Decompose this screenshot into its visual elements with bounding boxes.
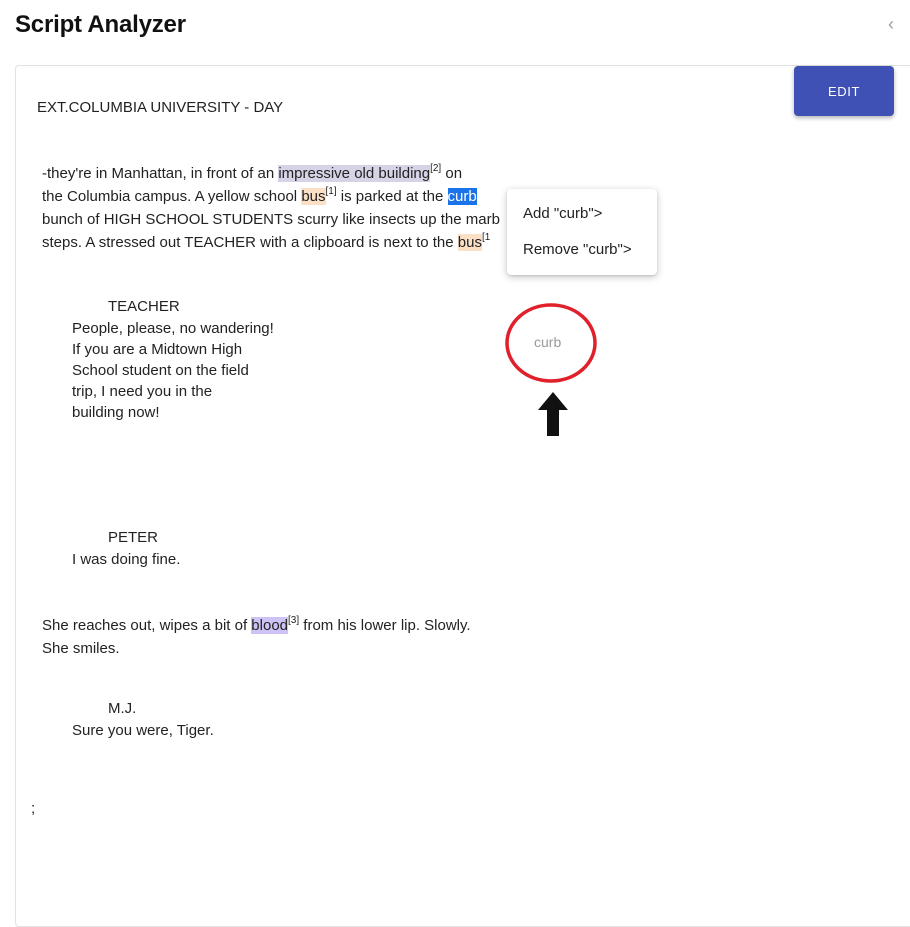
- action-line: She smiles.: [42, 640, 120, 657]
- footnote-marker: [3]: [288, 615, 300, 626]
- dialogue-line: trip, I need you in the: [72, 383, 213, 400]
- character-name-peter: PETER: [108, 529, 159, 546]
- menu-item-remove[interactable]: Remove "curb">: [523, 238, 653, 262]
- entity-highlight-bus[interactable]: bus: [457, 234, 482, 251]
- dialogue-line: If you are a Midtown High: [72, 341, 243, 358]
- action-text: -they're in Manhattan, in front of an: [42, 165, 279, 182]
- context-menu: Add "curb"> Remove "curb">: [507, 189, 657, 275]
- edit-button[interactable]: EDIT: [794, 66, 894, 116]
- dialogue-line: Sure you were, Tiger.: [72, 722, 214, 739]
- action-text: the Columbia campus. A yellow school: [42, 188, 302, 205]
- character-name-mj: M.J.: [108, 700, 137, 717]
- action-line: steps. A stressed out TEACHER with a cli…: [42, 231, 507, 254]
- footnote-marker: [1: [481, 232, 491, 243]
- action-text: steps. A stressed out TEACHER with a cli…: [42, 234, 458, 251]
- action-line: the Columbia campus. A yellow school bus…: [42, 185, 507, 208]
- chevron-left-icon[interactable]: ‹: [888, 14, 894, 34]
- dialogue-line: I was doing fine.: [72, 551, 181, 568]
- app-title: Script Analyzer: [15, 11, 186, 38]
- up-arrow-icon: [538, 392, 568, 436]
- red-circle-icon: [505, 303, 597, 383]
- entity-highlight-impressive-old-building[interactable]: impressive old building: [278, 165, 431, 182]
- dialogue-line: building now!: [72, 404, 160, 421]
- dialogue-teacher: People, please, no wandering! If you are…: [72, 318, 274, 423]
- selected-word-curb[interactable]: curb: [447, 188, 477, 205]
- dialogue-line: School student on the field: [72, 362, 249, 379]
- action-text: is parked at the: [336, 188, 448, 205]
- action-text: She reaches out, wipes a bit of: [42, 617, 252, 634]
- character-name-teacher: TEACHER: [108, 298, 180, 315]
- footnote-marker: [2]: [430, 163, 442, 174]
- footnote-marker: [1]: [325, 186, 337, 197]
- scene-heading: EXT.COLUMBIA UNIVERSITY - DAY: [37, 99, 284, 116]
- action-line: She reaches out, wipes a bit of blood[3]…: [42, 614, 542, 637]
- action-text: from his lower lip. Slowly.: [299, 617, 471, 634]
- action-paragraph-1: -they're in Manhattan, in front of an im…: [42, 162, 507, 254]
- action-text: on: [441, 165, 463, 182]
- action-line: -they're in Manhattan, in front of an im…: [42, 162, 507, 185]
- entity-highlight-blood[interactable]: blood: [251, 617, 288, 634]
- dialogue-peter: I was doing fine.: [72, 549, 180, 570]
- dialogue-mj: Sure you were, Tiger.: [72, 720, 214, 741]
- trailing-text: ;: [31, 800, 36, 817]
- action-line: bunch of HIGH SCHOOL STUDENTS scurry lik…: [42, 211, 500, 228]
- menu-item-add[interactable]: Add "curb">: [523, 202, 653, 226]
- entity-highlight-bus[interactable]: bus: [301, 188, 326, 205]
- dialogue-line: People, please, no wandering!: [72, 320, 274, 337]
- action-paragraph-2: She reaches out, wipes a bit of blood[3]…: [42, 614, 542, 660]
